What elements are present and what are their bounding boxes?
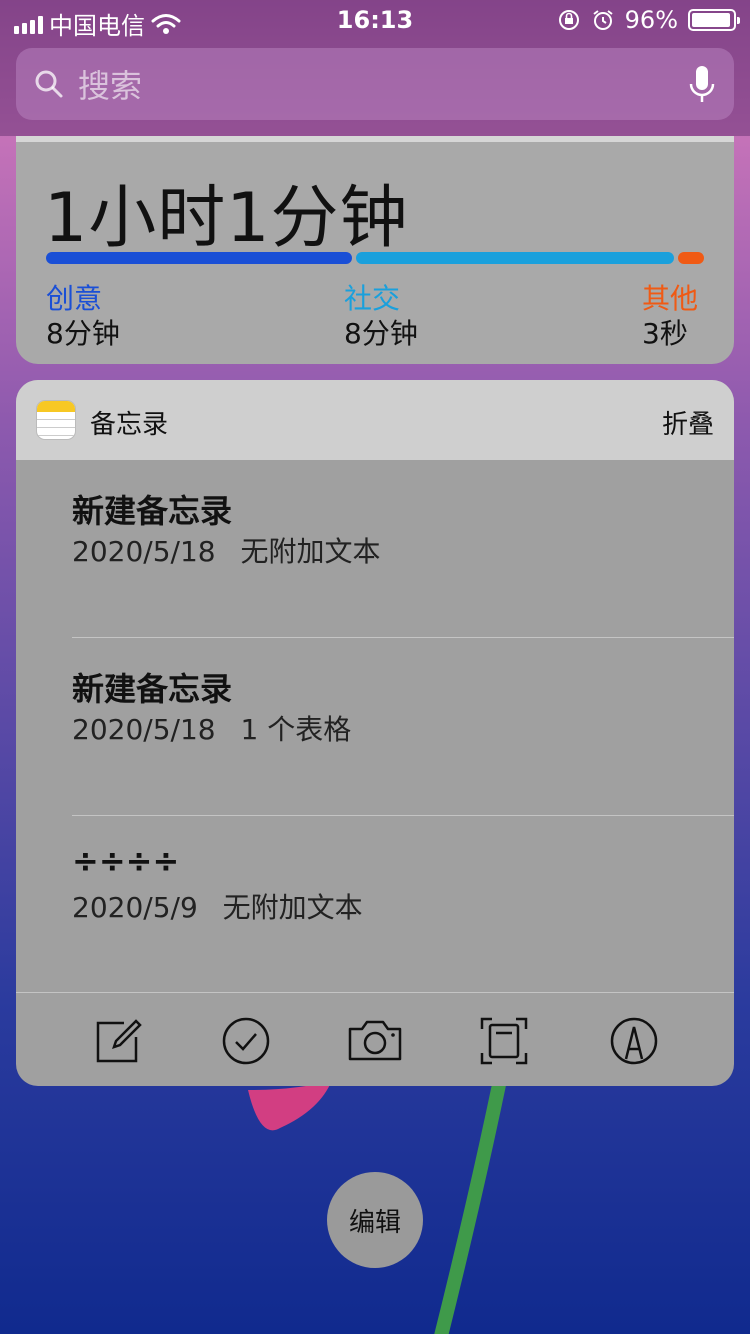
category-value: 3秒 [642,317,688,350]
checklist-icon[interactable] [220,1015,272,1067]
note-title: ÷÷÷÷ [72,842,180,880]
note-date: 2020/5/9 [72,891,198,924]
bar-segment-creative [46,252,352,264]
note-detail: 1 个表格 [240,713,352,746]
screen-time-total: 1小时1分钟 [44,179,409,258]
note-date: 2020/5/18 [72,535,216,568]
category-label: 其他 [642,282,699,315]
battery-percent: 96% [624,6,678,34]
note-item[interactable]: 新建备忘录 2020/5/18 1 个表格 [72,638,734,816]
category-other: 其他 3秒 [642,282,698,352]
category-label: 社交 [344,282,401,315]
search-icon [35,70,63,98]
battery-icon [688,9,740,31]
notes-widget: 备忘录 折叠 新建备忘录 2020/5/18 无附加文本 新建备忘录 2020/… [16,380,734,1086]
status-bar: 中国电信 16:13 96% [0,0,750,40]
note-detail: 无附加文本 [240,535,381,568]
screen-time-bar [46,252,704,264]
bar-segment-other [678,252,704,264]
category-value: 8分钟 [46,317,120,350]
category-label: 创意 [46,282,103,315]
notes-header: 备忘录 折叠 [16,380,734,460]
scan-document-icon[interactable] [478,1015,530,1067]
orientation-lock-icon [558,10,579,30]
note-item[interactable]: 新建备忘录 2020/5/18 无附加文本 [72,460,734,638]
note-item[interactable]: ÷÷÷÷ 2020/5/9 无附加文本 [72,816,734,994]
bar-segment-social [355,252,674,264]
sketch-icon[interactable] [608,1015,660,1067]
status-right: 96% [557,6,740,34]
compose-icon[interactable] [92,1015,144,1067]
note-title: 新建备忘录 [72,670,233,708]
search-bar[interactable]: 搜索 [16,48,734,120]
edit-button[interactable]: 编辑 [327,1172,423,1268]
notes-app-icon [36,400,76,440]
wallpaper-stem [434,1080,507,1334]
category-value: 8分钟 [344,317,418,350]
search-input[interactable]: 搜索 [78,61,688,107]
screen-time-widget[interactable]: 1小时1分钟 创意 8分钟 社交 8分钟 其他 3秒 [16,136,734,364]
category-social: 社交 8分钟 [344,282,418,352]
note-detail: 无附加文本 [222,891,363,924]
note-date: 2020/5/18 [72,713,216,746]
alarm-icon [593,10,613,30]
notes-toolbar [16,992,734,1086]
category-creative: 创意 8分钟 [46,282,120,352]
notes-app-name: 备忘录 [90,410,169,440]
note-title: 新建备忘录 [72,492,233,530]
camera-icon[interactable] [346,1015,404,1067]
microphone-icon[interactable] [688,64,716,104]
fold-button[interactable]: 折叠 [662,404,714,441]
